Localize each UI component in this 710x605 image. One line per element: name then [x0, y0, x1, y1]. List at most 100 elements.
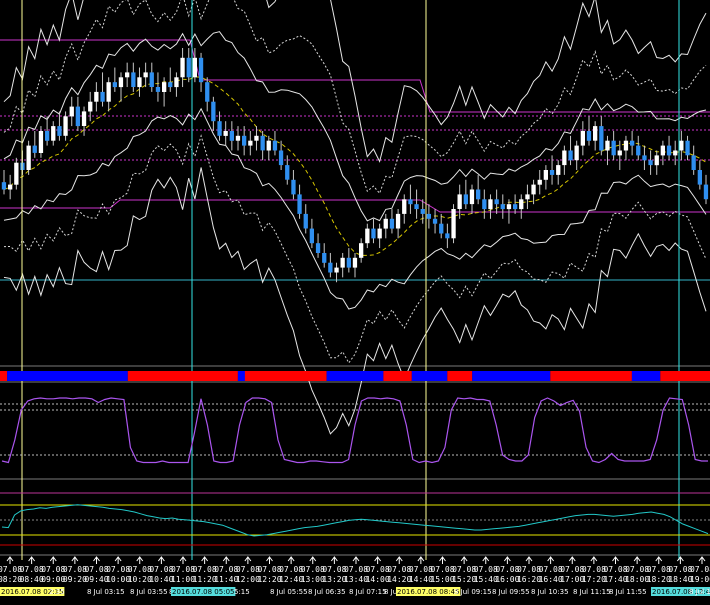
bear-candle — [420, 209, 425, 214]
time-label: 8 Jul 09:55 — [492, 588, 530, 596]
bear-candle — [568, 150, 573, 161]
bear-candle — [297, 194, 302, 214]
main-horizontal-levels — [0, 39, 710, 281]
tick-date-label: 07.08 — [517, 565, 541, 574]
tick-date-label: 07.08 — [214, 565, 238, 574]
tick-arrow-icon — [547, 556, 555, 564]
bear-candle — [186, 57, 191, 78]
tick-time-label: 14:40 — [409, 575, 433, 584]
bull-candle — [266, 140, 271, 151]
time-label: 8 Jul 05:55 — [270, 588, 308, 596]
time-label: 8 Jul 11:15 — [573, 588, 611, 596]
bull-candle — [26, 145, 31, 170]
tick-date-label: 07.08 — [366, 565, 390, 574]
bear-candle — [291, 179, 296, 195]
bear-candle — [666, 145, 672, 156]
trading-chart-window: 07.08 08:20 07.08 08:40 07.08 09:00 07.08 09:20… — [0, 0, 710, 605]
bear-candle — [494, 199, 499, 205]
lower-band-3 — [3, 167, 707, 435]
x-axis-ticks: 07.0808:2007.0808:4007.0809:0007.0809:20… — [0, 556, 710, 584]
time-label: 8 Jul 1 — [689, 588, 710, 596]
bull-candle — [562, 150, 567, 166]
bull-candle — [223, 131, 228, 136]
bear-candle — [309, 228, 314, 244]
bull-candle — [125, 72, 130, 78]
tick-date-label: 07.08 — [430, 565, 454, 574]
tick-arrow-icon — [49, 556, 57, 564]
bull-candle — [654, 155, 659, 166]
bear-candle — [32, 145, 37, 153]
tick-date-label: 07.08 — [539, 565, 563, 574]
tick-time-label: 10:20 — [128, 575, 152, 584]
price-chart-svg[interactable]: 07.0808:2007.0808:4007.0809:0007.0809:20… — [0, 0, 710, 605]
bear-candle — [285, 165, 290, 180]
time-label: 8 Jul 03:15 — [87, 588, 125, 596]
tick-time-label: 12:20 — [257, 575, 281, 584]
tick-arrow-icon — [633, 556, 641, 564]
bear-candle — [328, 262, 333, 273]
tick-time-label: 08:40 — [20, 575, 44, 584]
bull-candle — [143, 72, 148, 78]
tick-time-label: 09:00 — [41, 575, 65, 584]
bear-candle — [272, 140, 278, 151]
bear-candle — [691, 155, 696, 170]
tick-date-label: 07.08 — [647, 565, 671, 574]
tick-arrow-icon — [439, 556, 446, 564]
tick-date-label: 07.08 — [193, 565, 217, 574]
bear-candle — [149, 72, 154, 87]
tick-arrow-icon — [525, 556, 533, 564]
bear-candle — [198, 57, 204, 83]
bull-candle — [525, 194, 530, 200]
tick-arrow-icon — [698, 556, 706, 564]
time-label: 2:35 — [49, 588, 65, 596]
state-segment-blue — [237, 371, 245, 381]
tick-time-label: 14:00 — [366, 575, 390, 584]
bear-candle — [57, 126, 62, 136]
tick-date-label: 07.08 — [84, 565, 108, 574]
bull-candle — [106, 82, 111, 102]
bull-candle — [8, 184, 13, 190]
bull-candle — [94, 91, 99, 102]
tick-time-label: 17:00 — [560, 575, 584, 584]
bull-candle — [359, 243, 364, 258]
bear-candle — [414, 204, 419, 210]
bull-candle — [81, 111, 87, 126]
bear-candle — [549, 170, 555, 175]
bear-candle — [131, 72, 136, 87]
bear-candle — [586, 131, 592, 141]
tick-date-label: 07.08 — [257, 565, 281, 574]
tick-arrow-icon — [612, 556, 619, 564]
tick-date-label: 07.08 — [279, 565, 303, 574]
bear-candle — [260, 135, 265, 151]
bear-candle — [482, 199, 487, 210]
bear-candle — [112, 82, 117, 88]
tick-time-label: 16:40 — [539, 575, 563, 584]
bear-candle — [205, 82, 210, 102]
bear-candle — [445, 233, 450, 239]
bear-candle — [242, 135, 247, 146]
bear-candle — [463, 194, 468, 205]
bear-candle — [45, 131, 50, 141]
tick-date-label: 07.08 — [603, 565, 627, 574]
time-label: 8 Jul 03:55 — [130, 588, 168, 596]
tick-date-label: 07.08 — [452, 565, 476, 574]
bear-candle — [1, 182, 7, 190]
tick-date-label: 07.08 — [106, 565, 130, 574]
bull-candle — [574, 145, 579, 161]
bear-candle — [636, 145, 641, 156]
tick-time-label: 15:20 — [452, 575, 476, 584]
tick-date-label: 07.08 — [690, 565, 710, 574]
tick-arrow-icon — [330, 556, 338, 564]
tick-time-label: 09:40 — [84, 575, 108, 584]
tick-time-label: 12:40 — [279, 575, 303, 584]
bull-candle — [543, 170, 548, 180]
bear-candle — [439, 223, 444, 234]
bull-candle — [352, 257, 358, 268]
bull-candle — [679, 140, 684, 151]
bear-candle — [168, 82, 173, 88]
tick-time-label: 16:20 — [517, 575, 541, 584]
tick-time-label: 09:20 — [63, 575, 87, 584]
bull-candle — [63, 116, 68, 136]
state-segment-red — [660, 371, 710, 381]
time-labels: 2016.07.08 02:152:35 8 Jul 03:15 8 Jul 03:… — [0, 587, 710, 596]
